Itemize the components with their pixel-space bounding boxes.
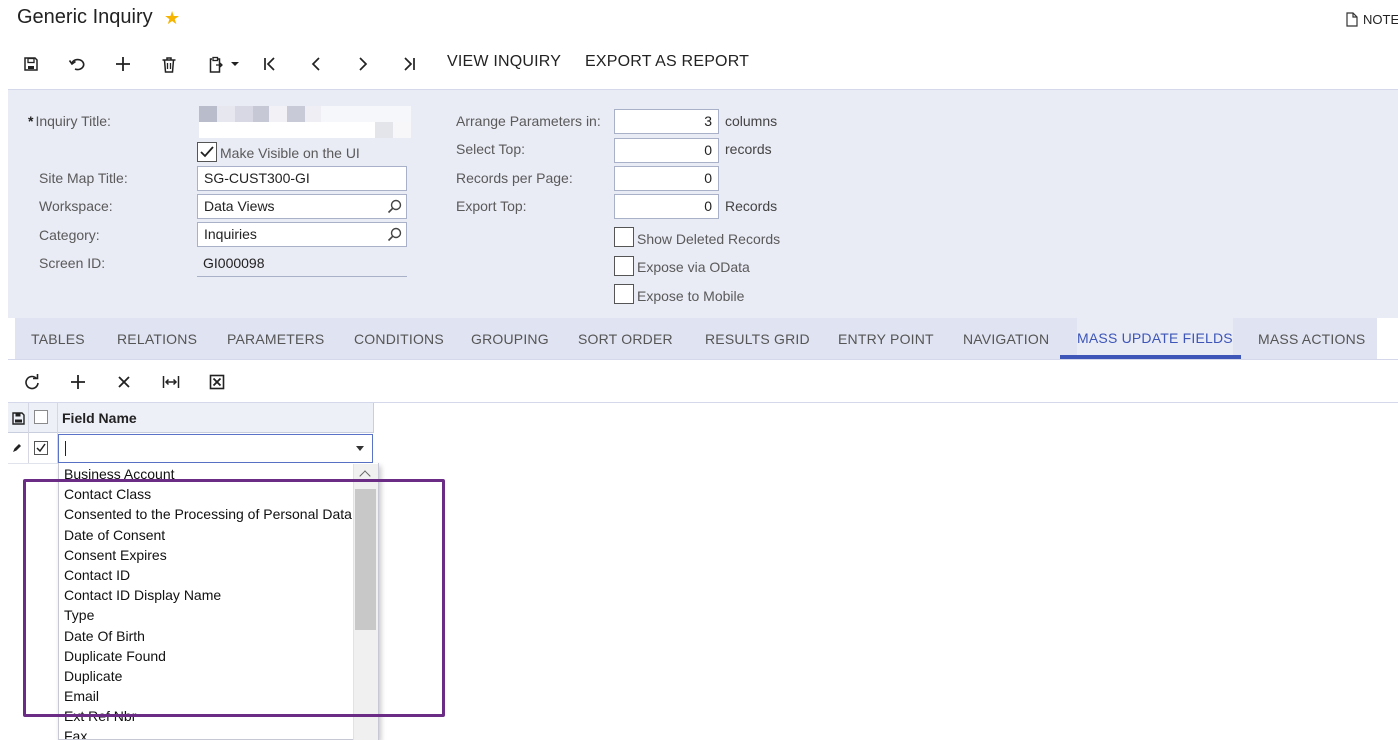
screen-id-field: GI000098 bbox=[197, 252, 407, 277]
select-top-field[interactable]: 0 bbox=[614, 138, 719, 163]
tab-mass-actions[interactable]: MASS ACTIONS bbox=[1258, 318, 1365, 359]
checkmark-icon bbox=[36, 443, 46, 453]
chevron-down-icon[interactable] bbox=[356, 446, 364, 451]
workspace-label: Workspace: bbox=[39, 198, 113, 214]
delete-button[interactable] bbox=[156, 52, 182, 76]
tab-entry-point[interactable]: ENTRY POINT bbox=[838, 318, 934, 359]
tab-navigation[interactable]: NAVIGATION bbox=[963, 318, 1049, 359]
checkmark-icon bbox=[200, 146, 214, 158]
make-visible-checkbox[interactable] bbox=[197, 142, 217, 162]
select-all-checkbox[interactable] bbox=[34, 410, 48, 424]
refresh-button[interactable] bbox=[19, 370, 45, 394]
site-map-title-label: Site Map Title: bbox=[39, 170, 128, 186]
category-value: Inquiries bbox=[204, 226, 257, 242]
save-icon bbox=[11, 411, 25, 425]
records-per-page-label: Records per Page: bbox=[456, 170, 573, 186]
screen-id-label: Screen ID: bbox=[39, 255, 106, 271]
list-item[interactable]: Fax bbox=[64, 727, 87, 739]
inquiry-title-label: * Inquiry Title: bbox=[28, 113, 111, 129]
workspace-value: Data Views bbox=[204, 198, 275, 214]
arrange-unit-label: columns bbox=[725, 113, 778, 129]
text-cursor bbox=[65, 441, 66, 456]
view-inquiry-button[interactable]: VIEW INQUIRY bbox=[447, 53, 561, 71]
last-icon bbox=[404, 57, 415, 71]
arrange-parameters-label: Arrange Parameters in: bbox=[456, 113, 601, 129]
tab-results-grid[interactable]: RESULTS GRID bbox=[705, 318, 810, 359]
favorite-star-icon[interactable]: ★ bbox=[164, 8, 180, 29]
export-top-label: Export Top: bbox=[456, 198, 527, 214]
save-button[interactable] bbox=[18, 52, 44, 76]
select-top-unit-label: records bbox=[725, 141, 772, 157]
export-as-report-button[interactable]: EXPORT AS REPORT bbox=[585, 53, 749, 71]
blurred-text-icon bbox=[199, 106, 411, 138]
inquiry-title-field[interactable] bbox=[199, 106, 411, 138]
clipboard-menu-button[interactable] bbox=[203, 52, 245, 76]
search-icon[interactable] bbox=[387, 199, 402, 214]
field-name-column-header[interactable]: Field Name bbox=[62, 410, 137, 426]
notes-label: NOTE bbox=[1363, 12, 1398, 27]
tab-divider bbox=[8, 359, 1398, 360]
export-excel-icon bbox=[209, 374, 225, 390]
add-row-button[interactable] bbox=[65, 370, 91, 394]
tab-grouping[interactable]: GROUPING bbox=[471, 318, 549, 359]
document-icon bbox=[1346, 12, 1358, 27]
tab-mass-update-fields[interactable]: MASS UPDATE FIELDS bbox=[1077, 317, 1233, 358]
delete-row-button[interactable] bbox=[111, 370, 137, 394]
chevron-down-icon bbox=[231, 62, 239, 66]
show-deleted-label: Show Deleted Records bbox=[637, 231, 781, 247]
files-column-icon[interactable] bbox=[9, 409, 27, 427]
highlight-annotation-box bbox=[23, 479, 445, 717]
expose-mobile-checkbox[interactable] bbox=[614, 284, 634, 304]
add-icon bbox=[116, 57, 130, 71]
arrange-parameters-field[interactable]: 3 bbox=[614, 109, 719, 134]
tab-conditions[interactable]: CONDITIONS bbox=[354, 318, 444, 359]
pencil-icon bbox=[13, 444, 21, 452]
clipboard-icon bbox=[209, 56, 223, 73]
search-icon[interactable] bbox=[387, 227, 402, 242]
row-edit-icon bbox=[11, 442, 23, 454]
first-record-button[interactable] bbox=[257, 52, 283, 76]
required-mark: * bbox=[28, 113, 34, 129]
delete-icon bbox=[162, 56, 176, 73]
fit-columns-icon bbox=[162, 376, 180, 388]
row-select-checkbox[interactable] bbox=[34, 441, 48, 455]
notes-button[interactable]: NOTE bbox=[1346, 12, 1398, 27]
tab-relations[interactable]: RELATIONS bbox=[117, 318, 197, 359]
add-button[interactable] bbox=[110, 52, 136, 76]
tab-sort-order[interactable]: SORT ORDER bbox=[578, 318, 673, 359]
inquiry-title-label-text: Inquiry Title: bbox=[35, 113, 111, 129]
undo-icon bbox=[68, 58, 85, 71]
category-selector[interactable]: Inquiries bbox=[197, 222, 407, 247]
previous-record-button[interactable] bbox=[303, 52, 329, 76]
field-name-dropdown[interactable] bbox=[58, 434, 373, 463]
show-deleted-checkbox[interactable] bbox=[614, 227, 634, 247]
make-visible-label: Make Visible on the UI bbox=[220, 145, 360, 161]
delete-row-icon bbox=[118, 376, 130, 388]
export-top-field[interactable]: 0 bbox=[614, 194, 719, 219]
next-icon bbox=[359, 57, 368, 71]
select-top-label: Select Top: bbox=[456, 141, 526, 157]
expose-odata-label: Expose via OData bbox=[637, 259, 750, 275]
next-record-button[interactable] bbox=[350, 52, 376, 76]
expose-odata-checkbox[interactable] bbox=[614, 256, 634, 276]
export-top-unit-label: Records bbox=[725, 198, 778, 214]
last-record-button[interactable] bbox=[396, 52, 422, 76]
save-icon bbox=[24, 57, 38, 71]
tab-parameters[interactable]: PARAMETERS bbox=[227, 318, 324, 359]
site-map-title-field[interactable]: SG-CUST300-GI bbox=[197, 166, 407, 191]
page-title: Generic Inquiry bbox=[17, 6, 153, 28]
previous-icon bbox=[311, 57, 320, 71]
first-icon bbox=[264, 57, 275, 71]
fit-columns-button[interactable] bbox=[158, 370, 184, 394]
records-per-page-field[interactable]: 0 bbox=[614, 166, 719, 191]
export-excel-button[interactable] bbox=[204, 370, 230, 394]
add-row-icon bbox=[71, 375, 85, 389]
expose-mobile-label: Expose to Mobile bbox=[637, 288, 745, 304]
tab-tables[interactable]: TABLES bbox=[31, 318, 85, 359]
undo-button[interactable] bbox=[64, 52, 90, 76]
workspace-selector[interactable]: Data Views bbox=[197, 194, 407, 219]
category-label: Category: bbox=[39, 227, 100, 243]
refresh-icon bbox=[25, 374, 39, 390]
